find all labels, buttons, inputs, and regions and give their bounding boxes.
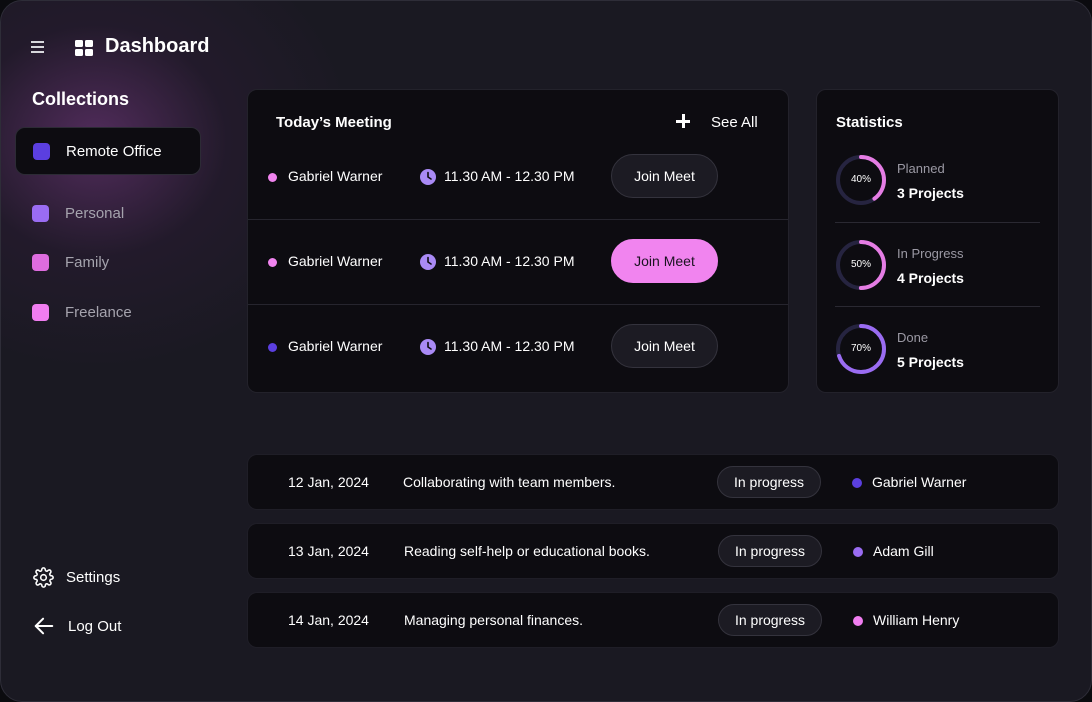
meeting-time: 11.30 AM - 12.30 PM bbox=[444, 338, 575, 354]
task-description: Collaborating with team members. bbox=[403, 474, 616, 490]
task-row[interactable]: 12 Jan, 2024 Collaborating with team mem… bbox=[247, 454, 1059, 510]
stat-percent: 70% bbox=[850, 343, 871, 354]
clock-icon bbox=[420, 254, 436, 270]
logout-label: Log Out bbox=[68, 617, 122, 635]
meeting-attendee: Gabriel Warner bbox=[288, 253, 383, 269]
status-dot bbox=[268, 343, 277, 352]
join-meet-button[interactable]: Join Meet bbox=[611, 154, 718, 198]
status-dot bbox=[268, 173, 277, 182]
meeting-card-title: Today’s Meeting bbox=[276, 114, 392, 131]
assignee-dot bbox=[853, 616, 863, 626]
sidebar-item-label: Remote Office bbox=[66, 142, 162, 160]
hamburger-menu-icon[interactable] bbox=[31, 41, 44, 53]
sidebar-item-freelance[interactable]: Freelance bbox=[15, 288, 201, 336]
stat-percent: 50% bbox=[850, 259, 871, 270]
plus-icon[interactable] bbox=[676, 114, 690, 128]
status-badge: In progress bbox=[717, 466, 821, 498]
task-description: Reading self-help or educational books. bbox=[404, 543, 650, 559]
stat-percent: 40% bbox=[850, 174, 871, 185]
meeting-attendee: Gabriel Warner bbox=[288, 338, 383, 354]
collection-color-square bbox=[32, 303, 49, 321]
task-description: Managing personal finances. bbox=[404, 612, 584, 628]
status-badge: In progress bbox=[718, 604, 822, 636]
task-row[interactable]: 14 Jan, 2024 Managing personal finances.… bbox=[247, 592, 1059, 648]
page-title: Dashboard bbox=[105, 35, 210, 57]
task-date: 12 Jan, 2024 bbox=[288, 474, 369, 490]
stat-row-in-progress: 50% In Progress 4 Projects bbox=[835, 222, 1040, 307]
settings-link[interactable]: Settings bbox=[33, 567, 120, 588]
status-badge: In progress bbox=[718, 535, 822, 567]
clock-icon bbox=[420, 169, 436, 185]
assignee-dot bbox=[853, 547, 863, 557]
arrow-left-icon bbox=[34, 617, 54, 635]
meeting-row: Gabriel Warner 11.30 AM - 12.30 PM Join … bbox=[248, 304, 788, 389]
meeting-row: Gabriel Warner 11.30 AM - 12.30 PM Join … bbox=[248, 135, 788, 219]
meeting-time: 11.30 AM - 12.30 PM bbox=[444, 253, 575, 269]
meeting-time: 11.30 AM - 12.30 PM bbox=[444, 168, 575, 184]
dashboard-grid-icon bbox=[75, 40, 93, 56]
logout-link[interactable]: Log Out bbox=[33, 615, 121, 637]
task-date: 14 Jan, 2024 bbox=[288, 612, 369, 628]
clock-icon bbox=[420, 339, 436, 355]
task-row[interactable]: 13 Jan, 2024 Reading self-help or educat… bbox=[247, 523, 1059, 579]
sidebar-item-family[interactable]: Family bbox=[15, 238, 201, 286]
stat-count: 5 Projects bbox=[897, 354, 964, 370]
todays-meeting-card: Today’s Meeting See All Gabriel Warner 1… bbox=[247, 89, 789, 393]
stat-label: Planned bbox=[897, 161, 945, 176]
task-assignee: Adam Gill bbox=[873, 543, 934, 559]
collection-color-square bbox=[32, 204, 49, 222]
see-all-link[interactable]: See All bbox=[711, 114, 758, 131]
statistics-card: Statistics 40% Planned 3 Projects 50% In… bbox=[816, 89, 1059, 393]
join-meet-button[interactable]: Join Meet bbox=[611, 324, 718, 368]
app-window: Dashboard Collections Remote Office Pers… bbox=[0, 0, 1092, 702]
join-meet-button[interactable]: Join Meet bbox=[611, 239, 718, 283]
task-assignee: Gabriel Warner bbox=[872, 474, 967, 490]
stat-count: 3 Projects bbox=[897, 185, 964, 201]
stat-label: Done bbox=[897, 330, 929, 345]
stat-count: 4 Projects bbox=[897, 270, 964, 286]
sidebar-item-remote-office[interactable]: Remote Office bbox=[15, 127, 201, 175]
meeting-attendee: Gabriel Warner bbox=[288, 168, 383, 184]
stat-label: In Progress bbox=[897, 246, 964, 261]
stat-row-done: 70% Done 5 Projects bbox=[835, 306, 1040, 391]
status-dot bbox=[268, 258, 277, 267]
sidebar-item-label: Family bbox=[65, 253, 110, 271]
sidebar-item-personal[interactable]: Personal bbox=[15, 189, 201, 237]
meeting-row: Gabriel Warner 11.30 AM - 12.30 PM Join … bbox=[248, 219, 788, 304]
collection-color-square bbox=[32, 253, 49, 271]
statistics-title: Statistics bbox=[836, 114, 903, 131]
sidebar-item-label: Freelance bbox=[65, 303, 132, 321]
task-date: 13 Jan, 2024 bbox=[288, 543, 369, 559]
collection-color-square bbox=[33, 142, 50, 160]
task-assignee: William Henry bbox=[873, 612, 960, 628]
sidebar-item-label: Personal bbox=[65, 204, 125, 222]
collections-heading: Collections bbox=[32, 89, 130, 109]
settings-label: Settings bbox=[66, 569, 121, 586]
gear-icon bbox=[33, 567, 54, 588]
assignee-dot bbox=[852, 478, 862, 488]
